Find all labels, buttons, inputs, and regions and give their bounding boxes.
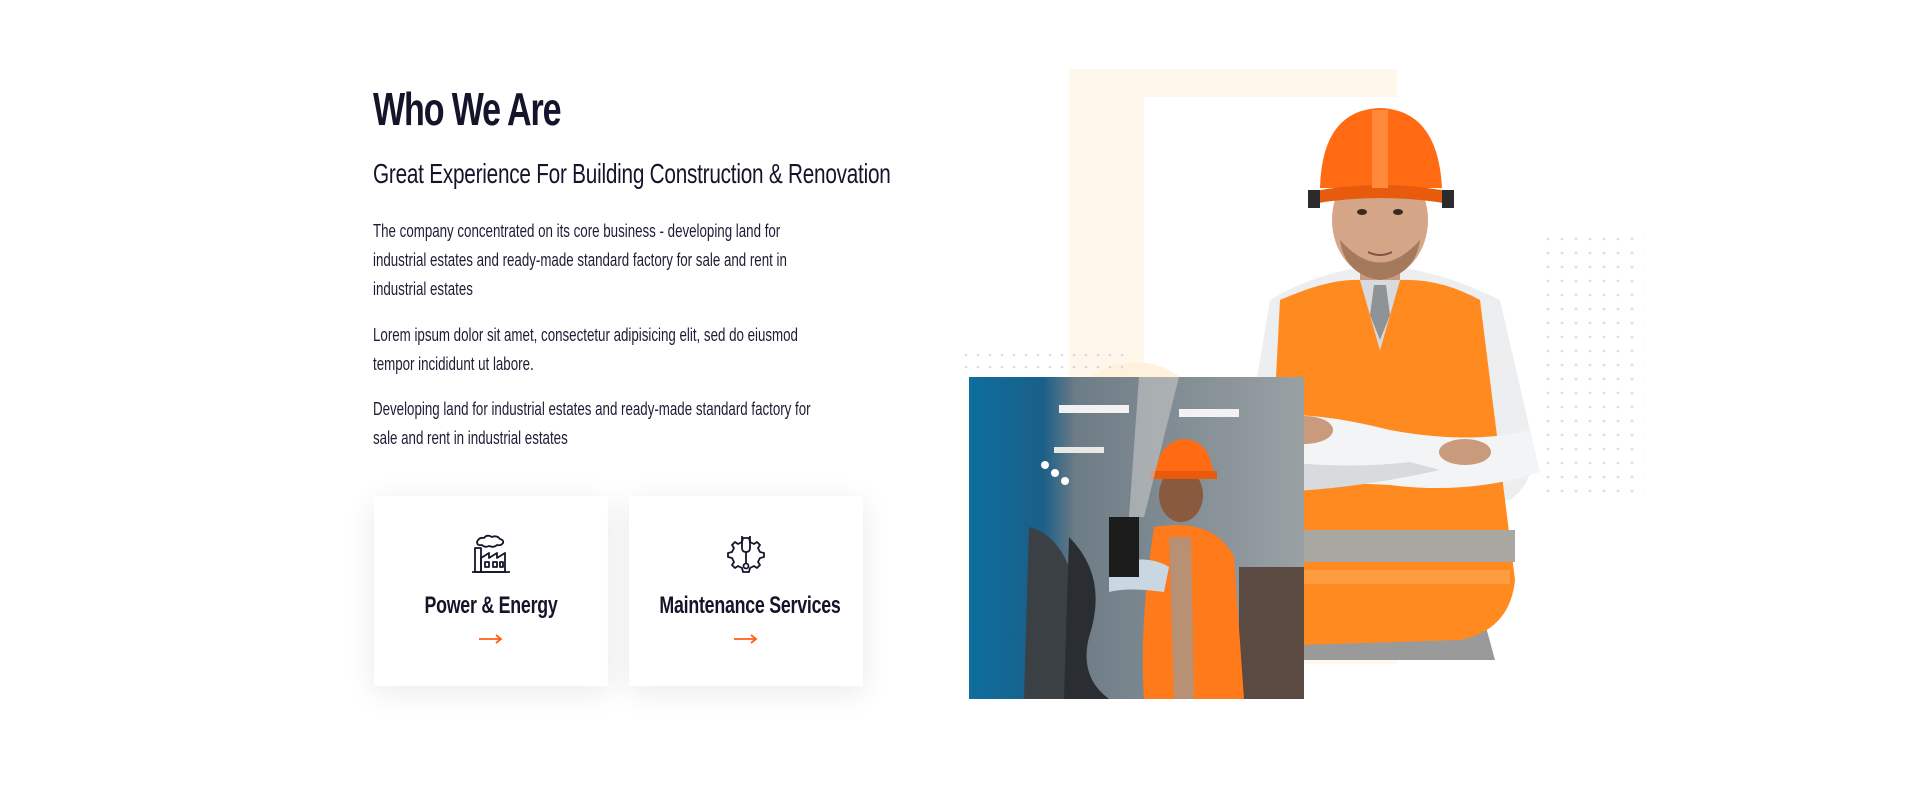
dot-pattern <box>1545 236 1645 496</box>
factory-worker-photo <box>969 377 1304 699</box>
service-card-power-energy[interactable]: Power & Energy <box>374 496 608 686</box>
dot-pattern <box>963 352 1133 370</box>
service-card-maintenance[interactable]: Maintenance Services <box>629 496 863 686</box>
gear-wrench-icon <box>727 536 765 573</box>
section-title: Who We Are <box>373 83 562 135</box>
arrow-right-icon[interactable] <box>478 633 504 645</box>
developing-paragraph: Developing land for industrial estates a… <box>373 399 811 448</box>
lorem-paragraph: Lorem ipsum dolor sit amet, consectetur … <box>373 325 798 374</box>
service-title: Maintenance Services <box>659 592 841 619</box>
intro-paragraph: The company concentrated on its core bus… <box>373 221 787 299</box>
service-title: Power & Energy <box>424 592 558 619</box>
section-subtitle: Great Experience For Building Constructi… <box>373 158 891 189</box>
factory-icon <box>472 534 510 573</box>
arrow-right-icon[interactable] <box>733 633 759 645</box>
